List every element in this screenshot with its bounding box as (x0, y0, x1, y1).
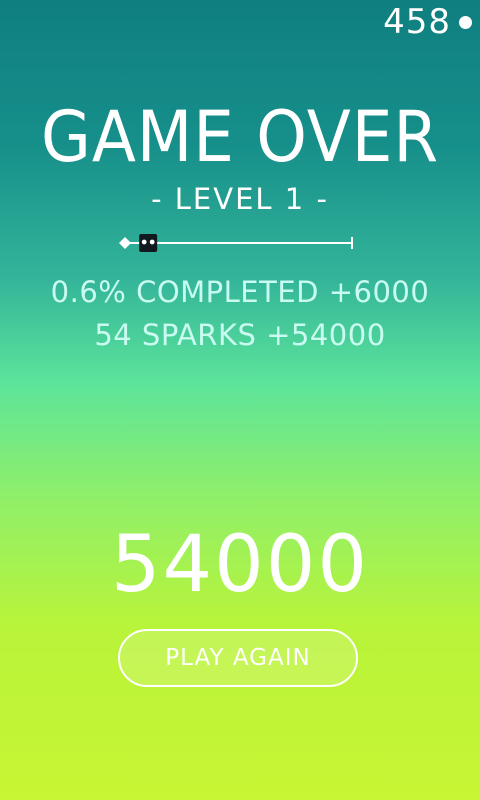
sparks-count: 458 (383, 2, 451, 42)
sparks-counter: 458 (383, 2, 472, 42)
play-again-label: PLAY AGAIN (165, 645, 311, 671)
completed-stat: 0.6% COMPLETED +6000 (50, 275, 430, 309)
level-progress-bar (112, 231, 364, 255)
level-label: - LEVEL 1 - (151, 182, 329, 216)
sparks-stat: 54 SPARKS +54000 (94, 318, 386, 352)
spark-dot-icon (459, 15, 472, 29)
play-again-button[interactable]: PLAY AGAIN (118, 629, 358, 687)
player-cube-icon (139, 234, 158, 252)
progress-start-diamond-icon (119, 237, 131, 249)
final-score: 54000 (110, 520, 370, 610)
game-over-title: GAME OVER (40, 96, 440, 178)
